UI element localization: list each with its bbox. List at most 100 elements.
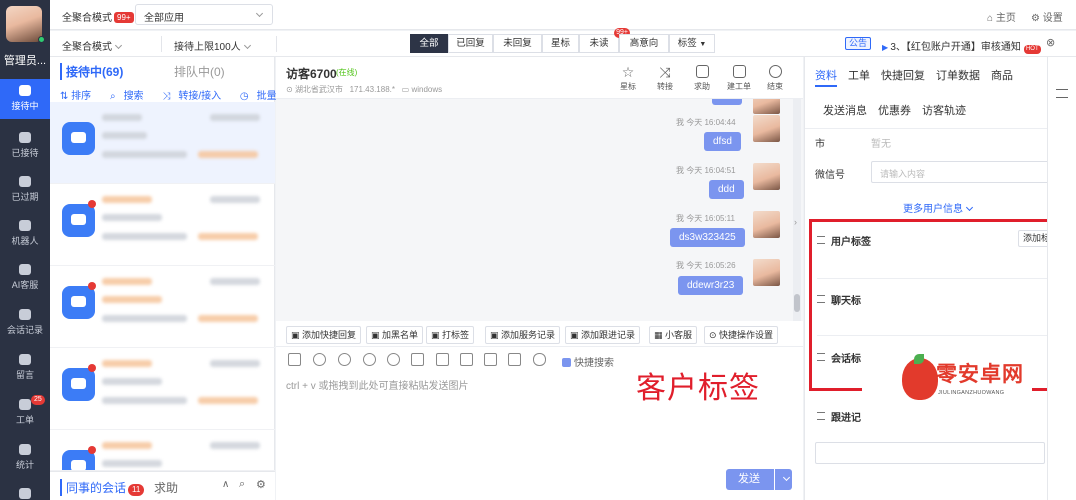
scrollbar-thumb[interactable] — [794, 294, 800, 312]
tab-products[interactable]: 商品 — [991, 70, 1013, 82]
add-followup-button[interactable]: ▣ 添加跟进记录 — [565, 326, 641, 344]
followup-input[interactable] — [815, 442, 1045, 464]
settings-icon: ⊙ — [709, 330, 720, 340]
rail-item-served[interactable]: 已接待 — [0, 126, 50, 166]
close-notice-icon[interactable]: ⊗ — [1046, 36, 1055, 49]
tab-queue[interactable]: 排队中(0) — [174, 63, 225, 80]
transfer-button[interactable]: ⤨ 转接/接入 — [162, 91, 229, 102]
visitor-location: 湖北省武汉市 — [294, 85, 343, 94]
segment-replied[interactable]: 已回复 — [448, 34, 493, 53]
rail-item-tickets[interactable]: 工单 25 — [0, 393, 50, 433]
rail-item-messages[interactable]: 留言 — [0, 348, 50, 388]
quick-settings-button[interactable]: ⊙ 快捷操作设置 — [704, 326, 779, 344]
send-button[interactable]: 发送 — [726, 469, 792, 490]
rail-item-more[interactable] — [0, 482, 50, 500]
divider — [817, 278, 1057, 279]
blurred-preview — [102, 132, 147, 139]
session-item[interactable] — [50, 430, 275, 471]
message-input[interactable]: ctrl + v 或拖拽到此处可直接粘贴发送图片 — [286, 377, 469, 392]
transfer-button[interactable]: ⤨ 转接 — [648, 65, 682, 92]
notice-text: 3、【红包账户开通】审核通知 — [890, 42, 1021, 53]
rail-item-expired[interactable]: 已过期 — [0, 170, 50, 210]
mode-indicator[interactable]: 全聚合模式 99+ — [62, 9, 134, 24]
session-item[interactable] — [50, 348, 275, 430]
session-item[interactable] — [50, 184, 275, 266]
help-button[interactable]: 求助 — [685, 65, 719, 92]
file-icon[interactable] — [460, 353, 473, 366]
rail-item-robot[interactable]: 机器人 — [0, 214, 50, 254]
send-options-dropdown[interactable] — [774, 469, 792, 490]
rail-item-serving[interactable]: 接待中 — [0, 79, 50, 119]
app-select[interactable]: 全部应用 — [135, 4, 273, 25]
segment-unreplied[interactable]: 未回复 — [493, 34, 542, 53]
blurred-time — [210, 442, 260, 449]
collapse-icon[interactable]: ∧ — [222, 479, 229, 490]
session-item[interactable] — [50, 102, 275, 184]
add-service-record-button[interactable]: ▣ 添加服务记录 — [485, 326, 561, 344]
scissors-icon[interactable] — [363, 353, 376, 366]
tab-orders[interactable]: 订单数据 — [936, 70, 980, 82]
card-icon[interactable] — [508, 353, 521, 366]
home-link[interactable]: ⌂ 主页 — [987, 9, 1016, 24]
emoji-icon[interactable] — [338, 353, 351, 366]
tag-button[interactable]: ▣ 打标签 — [426, 326, 475, 344]
add-quick-reply-button[interactable]: ▣ 添加快捷回复 — [286, 326, 362, 344]
quick-search-checkbox[interactable]: 快捷搜索 — [562, 354, 614, 369]
tab-send-message[interactable]: 发送消息 — [823, 105, 867, 117]
create-ticket-button[interactable]: 建工单 — [722, 65, 756, 92]
search-icon: ⌕ — [109, 91, 116, 102]
chevron-right-icon[interactable]: › — [794, 217, 797, 227]
message-meta: 我 今天 16:04:51 — [676, 166, 736, 175]
segment-starred[interactable]: 星标 — [542, 34, 579, 53]
segment-high-intent[interactable]: 高意向 — [619, 34, 669, 53]
add-quick-reply-label: 添加快捷回复 — [302, 330, 357, 340]
settings-link[interactable]: ⚙ 设置 — [1031, 9, 1063, 24]
video-icon[interactable] — [484, 353, 497, 366]
add-icon: ▣ — [291, 330, 303, 340]
user-avatar[interactable] — [6, 6, 42, 42]
tab-profile[interactable]: 资料 — [815, 70, 837, 87]
tab-coupons[interactable]: 优惠券 — [878, 105, 911, 117]
blurred-time — [210, 278, 260, 285]
session-item[interactable] — [50, 266, 275, 348]
unread-dot — [88, 282, 96, 290]
wechat-input[interactable]: 请输入内容 — [871, 161, 1061, 183]
tab-tickets[interactable]: 工单 — [848, 70, 870, 82]
end-session-button[interactable]: 结束 — [758, 65, 792, 92]
tab-serving[interactable]: 接待中(69) — [60, 63, 123, 80]
microphone-icon[interactable] — [533, 353, 546, 366]
gear-icon[interactable]: ⚙ — [256, 478, 266, 491]
tab-visitor-trail[interactable]: 访客轨迹 — [922, 105, 966, 117]
limit-dropdown[interactable]: 接待上限100人 — [174, 38, 251, 53]
mode-dropdown[interactable]: 全聚合模式 — [62, 38, 123, 53]
rail-item-ai[interactable]: AI客服 — [0, 258, 50, 298]
mail-icon[interactable] — [436, 353, 449, 366]
tab-colleague-sessions[interactable]: 同事的会话 11 — [60, 479, 145, 496]
tab-help[interactable]: 求助 — [154, 479, 178, 496]
chat-bubble-icon[interactable] — [387, 353, 400, 366]
search-icon[interactable]: ⌕ — [239, 478, 245, 491]
notice-link[interactable]: ▶ 3、【红包账户开通】审核通知 HOT — [882, 38, 1041, 54]
message-bubble: ddd — [709, 180, 744, 199]
rail-item-stats[interactable]: 统计 — [0, 438, 50, 478]
transfer-label: 转接/接入 — [178, 91, 222, 102]
expired-icon — [19, 176, 31, 187]
rail-label: 接待中 — [11, 101, 39, 111]
menu-icon[interactable] — [1056, 89, 1068, 98]
sort-button[interactable]: ⇅ 排序 — [60, 91, 99, 102]
more-user-info-link[interactable]: 更多用户信息 — [903, 200, 974, 215]
search-button[interactable]: ⌕ 搜索 — [110, 91, 152, 102]
limit-dropdown-label: 接待上限100人 — [174, 42, 241, 53]
segment-all[interactable]: 全部 — [410, 34, 448, 53]
blacklist-button[interactable]: ▣ 加黑名单 — [366, 326, 424, 344]
segment-unread[interactable]: 未读 99+ — [579, 28, 630, 53]
mini-agent-button[interactable]: ▦ 小客服 — [649, 326, 698, 344]
clock-icon[interactable] — [313, 353, 326, 366]
segment-tags[interactable]: 标签 ▼ — [669, 34, 715, 53]
star-button[interactable]: ☆ 星标 — [611, 65, 645, 92]
image-icon[interactable] — [288, 353, 301, 366]
rail-item-records[interactable]: 会话记录 — [0, 303, 50, 343]
tab-quick-reply[interactable]: 快捷回复 — [881, 70, 925, 82]
upload-icon[interactable] — [411, 353, 424, 366]
message-scrollbar[interactable] — [793, 99, 801, 321]
